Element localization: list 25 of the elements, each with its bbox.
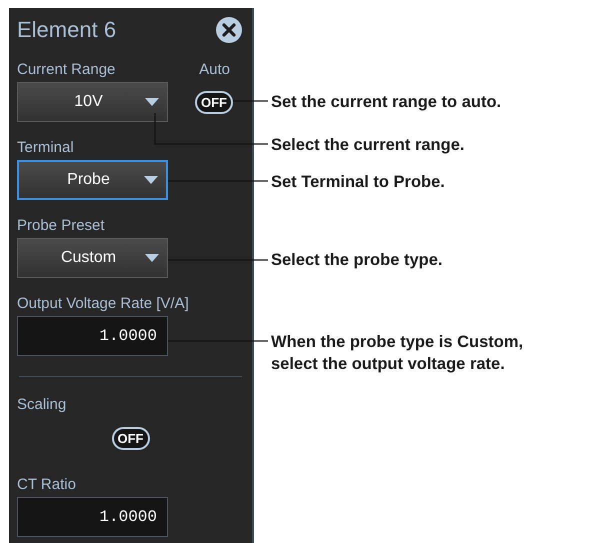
field-label: CT Ratio xyxy=(17,476,76,493)
field-label: Auto xyxy=(199,61,230,78)
caret-icon xyxy=(144,176,158,184)
dropdown[interactable]: Custom xyxy=(17,238,168,278)
field-label: Output Voltage Rate [V/A] xyxy=(17,295,189,312)
callout-text: Select the probe type. xyxy=(271,250,442,271)
leader-line xyxy=(233,100,268,102)
field-label: Current Range xyxy=(17,61,116,78)
dropdown[interactable]: Probe xyxy=(17,160,168,200)
auto-toggle[interactable]: OFF xyxy=(195,90,233,114)
callout-text: When the probe type is Custom, select the output voltage rate. xyxy=(271,332,524,375)
callout-text: Set the current range to auto. xyxy=(271,92,502,113)
scaling-toggle[interactable]: OFF xyxy=(112,426,150,450)
caret-icon xyxy=(145,254,159,262)
ct-ratio-input-field[interactable]: 1.0000 xyxy=(17,497,168,537)
panel-title: Element 6 xyxy=(17,17,116,43)
field-label: Terminal xyxy=(17,139,74,156)
field-label: Scaling xyxy=(17,396,66,413)
callout-text: Set Terminal to Probe. xyxy=(271,172,445,193)
rate-input-field[interactable]: 1.0000 xyxy=(17,316,168,356)
close-icon[interactable] xyxy=(216,17,242,43)
caret-icon xyxy=(145,98,159,106)
range-dropdown[interactable]: 10V xyxy=(17,82,168,122)
callout-text: Select the current range. xyxy=(271,135,464,156)
field-label: Probe Preset xyxy=(17,217,105,234)
